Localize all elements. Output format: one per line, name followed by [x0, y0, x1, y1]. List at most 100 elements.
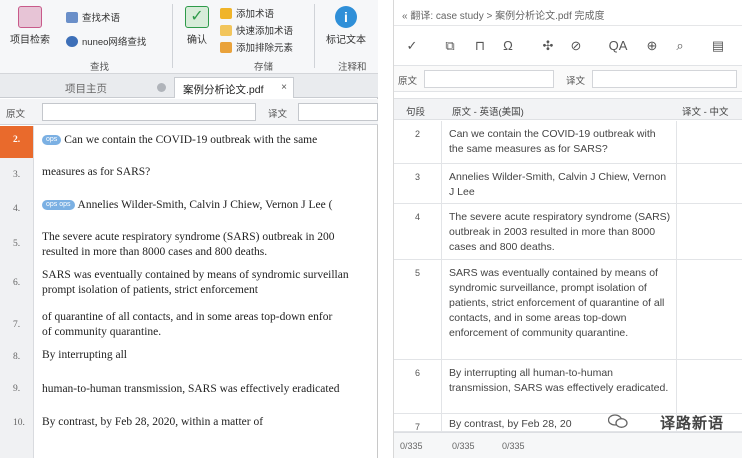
- mark-text-button[interactable]: i 标记文本: [322, 6, 370, 46]
- quick-add-term-button[interactable]: 快速添加术语: [220, 23, 293, 37]
- term-search-label: 查找术语: [82, 13, 121, 24]
- segment-row[interactable]: 2. ops Can we contain the COVID-19 outbre…: [0, 126, 378, 158]
- segment-number: 8.: [0, 341, 34, 373]
- segment-number: 7.: [0, 307, 34, 341]
- segment-number: 10.: [0, 405, 34, 445]
- term-search-icon: [66, 11, 78, 23]
- grid-header: 句段 原文 - 英语(美国) 译文 - 中文: [394, 98, 742, 120]
- filter-row: 原文 译文: [0, 99, 378, 125]
- grid-row-number: 3: [394, 164, 442, 203]
- puzzle-icon[interactable]: ✣: [540, 38, 556, 54]
- segment-row[interactable]: [0, 445, 378, 458]
- group-label-annotate: 注释和: [338, 62, 367, 73]
- status-count-draft: 0/335: [452, 441, 475, 451]
- omega-icon[interactable]: Ω: [500, 38, 516, 54]
- source-filter-input[interactable]: [424, 70, 554, 88]
- grid-target-cell[interactable]: [676, 164, 742, 203]
- link-icon[interactable]: ⊘: [568, 38, 584, 54]
- breadcrumb: « 翻译: case study > 案例分析论文.pdf 完成度: [394, 0, 742, 26]
- segment-number: 6.: [0, 263, 34, 307]
- segment-text: By interrupting all: [42, 349, 127, 361]
- grid-target-cell[interactable]: [676, 121, 742, 163]
- segment-row[interactable]: 9. human-to-human transmission, SARS was…: [0, 373, 378, 405]
- quick-add-term-label: 快速添加术语: [236, 26, 294, 37]
- search-icon[interactable]: ⌕: [672, 38, 688, 54]
- tab-label: 案例分析论文.pdf: [183, 84, 264, 96]
- grid-target-cell[interactable]: [676, 360, 742, 413]
- tab-case-study-pdf[interactable]: 案例分析论文.pdf ×: [174, 77, 294, 98]
- source-filter-label: 原文: [6, 109, 26, 120]
- group-separator: [314, 4, 315, 68]
- tab-label: 项目主页: [65, 83, 107, 95]
- segment-number: 3.: [0, 158, 34, 190]
- document-icon[interactable]: ▤: [710, 38, 726, 54]
- term-search-button[interactable]: 查找术语: [66, 10, 120, 24]
- add-term-icon: [220, 7, 232, 19]
- segment-row[interactable]: 7. of quarantine of all contacts, and in…: [0, 307, 378, 341]
- segment-text-line2: prompt isolation of patients, strict enf…: [42, 284, 258, 296]
- grid-row[interactable]: 5 SARS was eventually contained by means…: [394, 260, 742, 360]
- add-exclude-label: 添加排除元素: [236, 43, 294, 54]
- segment-row[interactable]: 6. SARS was eventually contained by mean…: [0, 263, 378, 307]
- status-count-confirmed: 0/335: [400, 441, 423, 451]
- web-search-label: nuneo网络查找: [82, 37, 147, 48]
- pane-gap: [378, 0, 393, 458]
- grid-target-cell[interactable]: [676, 260, 742, 359]
- project-search-button[interactable]: 项目检索: [8, 6, 52, 46]
- grid-row-number: 2: [394, 121, 442, 163]
- qa-icon[interactable]: QA: [606, 38, 630, 54]
- segment-text: By contrast, by Feb 28, 2020, within a m…: [42, 416, 264, 428]
- grid-target-cell[interactable]: [676, 204, 742, 259]
- segment-text: Can we contain the COVID-19 outbreak wit…: [64, 134, 318, 146]
- source-filter-label: 原文: [398, 76, 418, 87]
- grid-row[interactable]: 3 Annelies Wilder-Smith, Calvin J Chiew,…: [394, 164, 742, 204]
- confirm-button[interactable]: ✓ 确认: [180, 6, 214, 46]
- source-filter-input[interactable]: [42, 103, 256, 121]
- basket-icon[interactable]: ⊓: [472, 38, 488, 54]
- segment-row[interactable]: 8. By interrupting all: [0, 341, 378, 373]
- web-search-button[interactable]: nuneo网络查找: [66, 34, 146, 48]
- info-icon: i: [335, 6, 357, 28]
- group-separator: [172, 4, 173, 68]
- check-icon: ✓: [185, 6, 209, 28]
- segment-text-line2: of community quarantine.: [42, 326, 162, 338]
- add-exclude-button[interactable]: 添加排除元素: [220, 40, 293, 54]
- grid-filter-row: 原文 译文: [394, 66, 742, 92]
- segment-text: Annelies Wilder-Smith, Calvin J Chiew, V…: [77, 199, 333, 211]
- segment-number: 5.: [0, 225, 34, 263]
- editor-toolbar: ✓ ⧉ ⊓ Ω ✣ ⊘ QA ⊕ ⌕ ▤: [394, 26, 742, 66]
- translation-grid-pane: « 翻译: case study > 案例分析论文.pdf 完成度 ✓ ⧉ ⊓ …: [393, 0, 742, 458]
- watermark-text: 译路新语: [659, 415, 724, 432]
- add-term-label: 添加术语: [236, 9, 275, 20]
- mark-text-label: 标记文本: [326, 35, 366, 46]
- status-bar: 0/335 0/335 0/335: [394, 432, 742, 458]
- ops-tag: ops: [42, 135, 62, 146]
- grid-row[interactable]: 2 Can we contain the COVID-19 outbreak w…: [394, 121, 742, 164]
- grid-row[interactable]: 4 The severe acute respiratory syndrome …: [394, 204, 742, 260]
- grid-row[interactable]: 6 By interrupting all human-to-human tra…: [394, 360, 742, 414]
- globe-icon[interactable]: ⊕: [644, 38, 660, 54]
- ops-tag: ops ops: [42, 200, 75, 211]
- segment-text-line2: resulted in more than 8000 cases and 800…: [42, 246, 268, 258]
- tab-project-home[interactable]: 项目主页: [2, 77, 170, 98]
- status-count-rejected: 0/335: [502, 441, 525, 451]
- segment-row[interactable]: 4. ops ops Annelies Wilder-Smith, Calvin …: [0, 190, 378, 225]
- segment-row[interactable]: 5. The severe acute respiratory syndrome…: [0, 225, 378, 263]
- close-icon[interactable]: ×: [281, 82, 287, 93]
- segment-row[interactable]: 10. By contrast, by Feb 28, 2020, within…: [0, 405, 378, 445]
- segment-text: measures as for SARS?: [42, 166, 151, 178]
- grid-source-text: Can we contain the COVID-19 outbreak wit…: [449, 128, 656, 155]
- add-term-button[interactable]: 添加术语: [220, 6, 274, 20]
- web-search-icon: [66, 35, 78, 47]
- grid-row-number: 5: [394, 260, 442, 359]
- group-label-store: 存储: [254, 62, 274, 73]
- copy-icon[interactable]: ⧉: [442, 38, 458, 54]
- col-header-source: 原文 - 英语(美国): [452, 107, 524, 118]
- segment-number: 2.: [0, 126, 34, 158]
- target-filter-input[interactable]: [592, 70, 737, 88]
- grid-source-text: By interrupting all human-to-human trans…: [449, 367, 669, 394]
- segment-row[interactable]: 3. measures as for SARS?: [0, 158, 378, 190]
- target-filter-input[interactable]: [298, 103, 378, 121]
- check-icon[interactable]: ✓: [404, 38, 420, 54]
- grid-row-number: 4: [394, 204, 442, 259]
